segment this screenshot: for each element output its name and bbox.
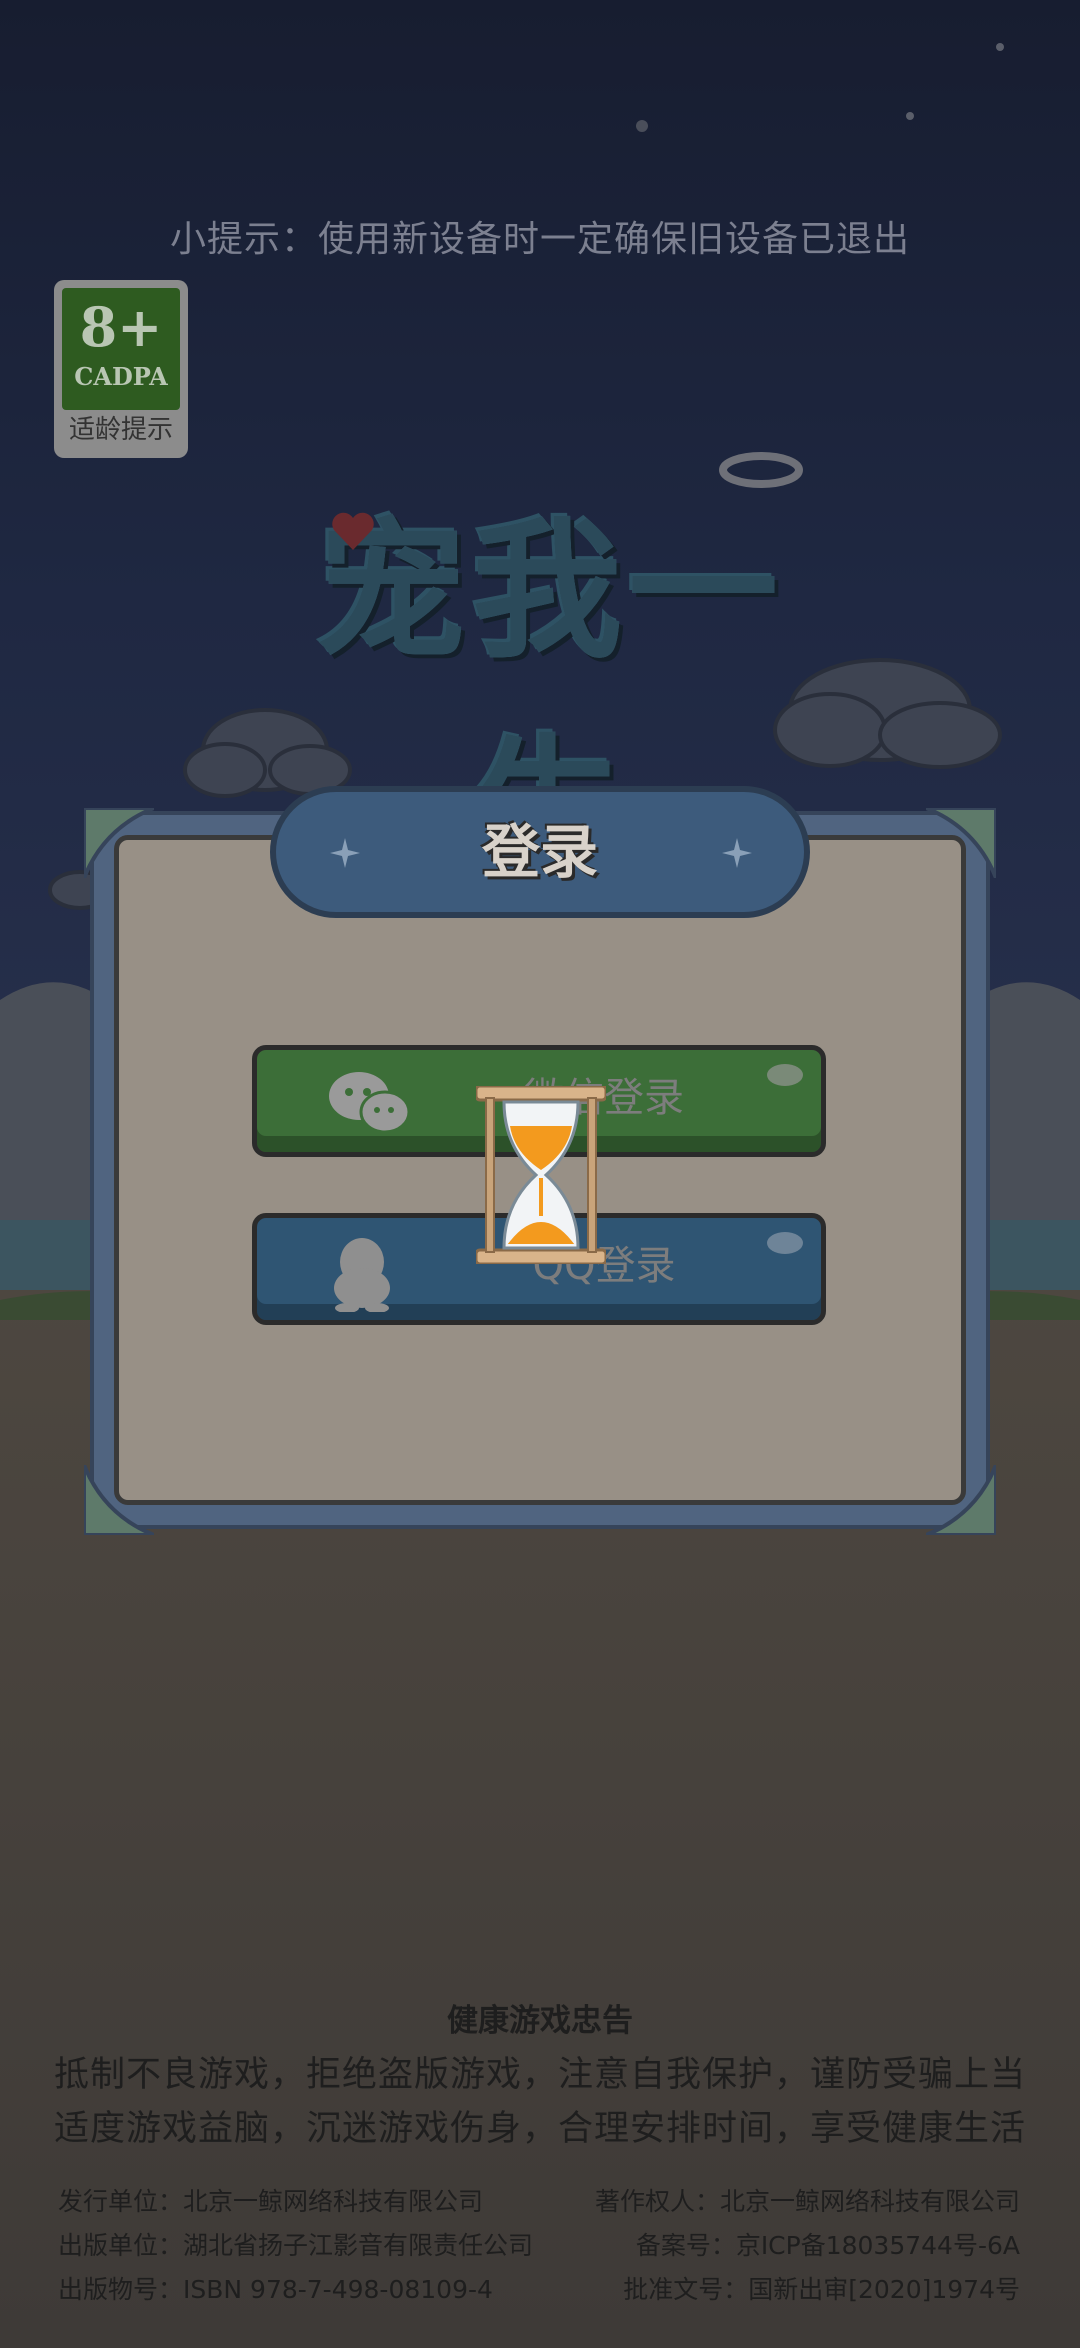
button-gloss [767,1064,803,1086]
button-gloss [767,1232,803,1254]
publisher-info-copyright: 著作权人：北京一鲸网络科技有限公司 [594,2187,1020,2216]
age-rating-org: CADPA [74,362,168,391]
publisher-info-isbn: 出版物号：ISBN 978-7-498-08109-4 [58,2275,493,2304]
hourglass-icon [476,1086,606,1264]
publisher-info-approval: 批准文号：国新出审[2020]1974号 [623,2275,1020,2304]
corner-ornament [84,808,154,878]
health-notice-title: 健康游戏忠告 [447,2003,633,2039]
age-rating-badge: 8+ CADPA 适龄提示 [54,280,188,458]
corner-ornament [84,1465,154,1535]
heart-icon [332,512,374,550]
tip-text: 小提示：使用新设备时一定确保旧设备已退出 [169,219,910,260]
publisher-info-issuer: 发行单位：北京一鲸网络科技有限公司 [58,2187,484,2216]
qq-icon [334,1238,390,1312]
sparkle-icon [330,838,360,868]
corner-ornament [926,808,996,878]
corner-ornament [926,1465,996,1535]
login-title: 登录 [481,818,598,886]
wechat-icon [329,1072,411,1134]
age-rating-label: 适龄提示 [68,415,173,445]
age-rating-number: 8+ [79,295,163,359]
health-notice-line-2: 适度游戏益脑，沉迷游戏伤身，合理安排时间，享受健康生活 [53,2109,1026,2149]
health-notice-line-1: 抵制不良游戏，拒绝盗版游戏，注意自我保护，谨防受骗上当 [53,2055,1026,2095]
publisher-info-icp: 备案号：京ICP备18035744号-6A [635,2231,1020,2260]
sparkle-icon [722,838,752,868]
publisher-info-publisher: 出版单位：湖北省扬子江影音有限责任公司 [58,2231,534,2260]
